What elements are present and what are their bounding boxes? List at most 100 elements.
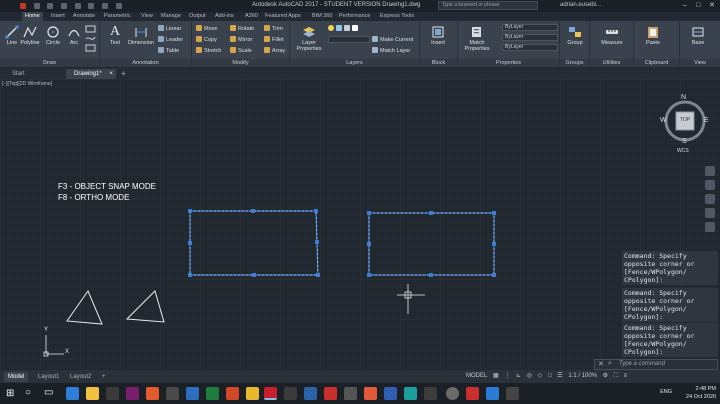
polar-icon[interactable]: ◎ [527, 372, 532, 379]
viewcube[interactable]: TOP N S W E WCS [660, 94, 710, 156]
layers-panel-title[interactable]: Layers [290, 59, 419, 67]
tab-output[interactable]: Output [186, 12, 209, 21]
properties-panel-title[interactable]: Properties [458, 59, 559, 67]
save-icon[interactable] [61, 3, 68, 9]
clean-screen-icon[interactable]: ⛶ [614, 373, 618, 380]
showmotion-icon[interactable] [705, 222, 715, 232]
viewcube-top-face[interactable]: TOP [676, 117, 694, 123]
tab-view[interactable]: View [138, 12, 156, 21]
onenote-icon[interactable] [126, 387, 139, 400]
customization-icon[interactable]: ≡ [624, 373, 628, 379]
grid-icon[interactable]: ▦ [493, 372, 499, 379]
app-icon-11[interactable] [506, 387, 519, 400]
language-indicator[interactable]: ENG [660, 389, 672, 395]
save-as-icon[interactable] [74, 3, 81, 9]
rotate-button[interactable]: Rotate [230, 25, 254, 32]
layer-properties-button[interactable]: Layer Properties [294, 25, 324, 52]
clipboard-panel-title[interactable]: Clipboard [634, 59, 679, 67]
draw-panel-title[interactable]: Draw [0, 59, 99, 67]
search-input[interactable]: Type a keyword or phrase [438, 1, 538, 10]
mirror-button[interactable]: Mirror [230, 36, 252, 43]
powerpoint-icon[interactable] [146, 387, 159, 400]
pan-icon[interactable] [705, 180, 715, 190]
mail-icon[interactable] [186, 387, 199, 400]
word-icon[interactable] [384, 387, 397, 400]
app-icon-10[interactable] [486, 387, 499, 400]
minimize-button[interactable]: – [679, 2, 691, 9]
tab-add-ins[interactable]: Add-ins [212, 12, 237, 21]
app-icon-5[interactable] [364, 387, 377, 400]
viewcube-east[interactable]: E [704, 117, 709, 124]
stretch-button[interactable]: Stretch [196, 47, 221, 54]
undo-icon[interactable] [102, 3, 109, 9]
user-name[interactable]: adrian.eusebi... [560, 2, 601, 8]
scale-button[interactable]: Scale [230, 47, 252, 54]
open-icon[interactable] [47, 3, 54, 9]
app-icon-3[interactable] [324, 387, 337, 400]
block-panel-title[interactable]: Block [420, 59, 457, 67]
command-search-icon[interactable]: ⌕ [608, 360, 612, 368]
make-current-button[interactable]: Make Current [372, 36, 413, 43]
annotation-panel-title[interactable]: Annotation [100, 59, 191, 67]
groups-panel-title[interactable]: Groups [560, 59, 589, 67]
app-icon-7[interactable] [424, 387, 437, 400]
app-icon-2[interactable] [304, 387, 317, 400]
command-close-icon[interactable]: ✕ [598, 360, 604, 368]
match-layer-button[interactable]: Match Layer [372, 47, 410, 54]
arc-button[interactable]: Arc [66, 25, 82, 46]
system-clock[interactable]: 2:48 PM 24 Oct 2020 [686, 385, 716, 401]
workspace-gear-icon[interactable]: ⚙ [603, 372, 608, 379]
selected-rectangle-left[interactable] [188, 209, 320, 277]
object-snap-icon[interactable]: □ [548, 373, 552, 379]
tab-performance[interactable]: Performance [336, 12, 374, 21]
linear-button[interactable]: Linear [158, 25, 181, 32]
tab-featured-apps[interactable]: Featured Apps [262, 12, 304, 21]
trim-button[interactable]: Trim [264, 25, 283, 32]
windows-start-icon[interactable]: ⊞ [6, 388, 14, 399]
linetype-dropdown[interactable]: ByLayer [502, 34, 558, 41]
triangle-right[interactable] [125, 290, 165, 323]
lineweight-dropdown[interactable]: ByLayer [502, 44, 558, 51]
lineweight-icon[interactable]: ☰ [557, 372, 562, 379]
paste-button[interactable]: Paste [638, 25, 668, 46]
new-tab-button[interactable]: + [118, 69, 132, 79]
tab-insert[interactable]: Insert [48, 12, 68, 21]
notion-icon[interactable] [166, 387, 179, 400]
text-button[interactable]: A Text [106, 25, 124, 47]
app-icon-6[interactable] [404, 387, 417, 400]
measure-button[interactable]: Measure [594, 25, 630, 46]
base-button[interactable]: Base [684, 25, 712, 46]
leader-button[interactable]: Leader [158, 36, 183, 43]
table-button[interactable]: Table [158, 47, 179, 54]
zoom-extents-icon[interactable] [705, 194, 715, 204]
new-icon[interactable] [33, 3, 40, 9]
tab-manage[interactable]: Manage [158, 12, 184, 21]
tab-home[interactable]: Home [22, 12, 43, 21]
circle-button[interactable]: Circle [44, 25, 62, 46]
isodraft-icon[interactable]: ◇ [538, 372, 543, 379]
tab-layout2[interactable]: Layout2 [66, 372, 95, 382]
tab-bim-360[interactable]: BIM 360 [309, 12, 335, 21]
app-icon-9[interactable] [466, 387, 479, 400]
viewcube-north[interactable]: N [681, 94, 686, 101]
move-button[interactable]: Move [196, 25, 217, 32]
app-icon-1[interactable] [284, 387, 297, 400]
maximize-button[interactable]: □ [692, 2, 704, 9]
layer-tools[interactable] [328, 25, 360, 32]
close-tab-icon[interactable]: × [109, 71, 113, 77]
full-navigation-wheel-icon[interactable] [705, 166, 715, 176]
chrome-icon[interactable] [246, 387, 259, 400]
model-space-button[interactable]: MODEL [466, 373, 487, 379]
plot-icon[interactable] [88, 3, 95, 9]
tab-model[interactable]: Model [4, 372, 29, 382]
array-button[interactable]: Array [264, 47, 285, 54]
draw-extra-icons[interactable] [85, 25, 97, 53]
tab-a360[interactable]: A360 [242, 12, 261, 21]
layer-dropdown[interactable] [328, 36, 370, 43]
tab-annotate[interactable]: Annotate [70, 12, 98, 21]
viewcube-wcs[interactable]: WCS [677, 148, 689, 154]
add-layout-button[interactable]: + [98, 372, 110, 382]
color-dropdown[interactable]: ByLayer [502, 24, 558, 31]
group-button[interactable]: Group [562, 25, 588, 46]
drawing-viewport[interactable]: [–][Top][2D Wireframe] F3 - OBJECT SNAP … [0, 79, 720, 369]
